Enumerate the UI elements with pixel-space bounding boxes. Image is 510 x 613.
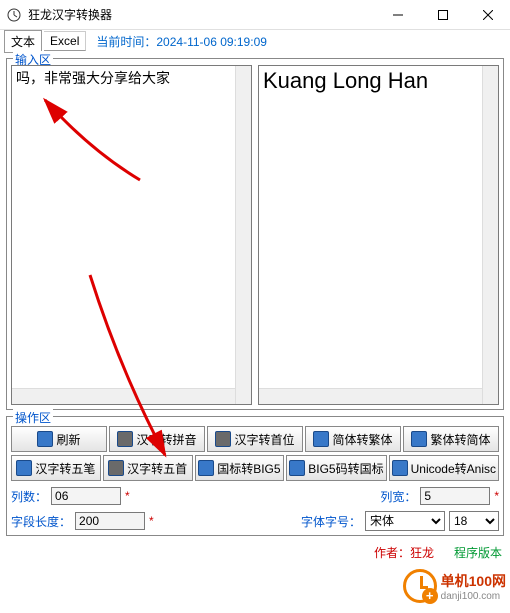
- scrollbar-h[interactable]: [12, 388, 235, 404]
- col-count-input[interactable]: [51, 487, 121, 505]
- convert-icon: [215, 431, 231, 447]
- col-width-input[interactable]: [420, 487, 490, 505]
- scrollbar-v[interactable]: [235, 66, 251, 404]
- gb-to-big5-button[interactable]: 国标转BIG5: [195, 455, 285, 481]
- watermark-icon: +: [403, 569, 437, 603]
- window-title: 狂龙汉字转换器: [28, 6, 375, 23]
- convert-icon: [16, 460, 32, 476]
- to-initial-button[interactable]: 汉字转首位: [207, 426, 303, 452]
- big5-to-gb-button[interactable]: BIG5码转国标: [286, 455, 386, 481]
- watermark-url: danji100.com: [441, 591, 506, 602]
- watermark-brand: 单机100网: [441, 571, 506, 591]
- close-button[interactable]: [465, 0, 510, 29]
- tab-excel[interactable]: Excel: [44, 31, 86, 51]
- col-width-label: 列宽：: [380, 488, 416, 505]
- font-name-select[interactable]: 宋体: [365, 511, 445, 531]
- convert-icon: [108, 460, 124, 476]
- window-buttons: [375, 0, 510, 29]
- refresh-button[interactable]: 刷新: [11, 426, 107, 452]
- to-wubi-button[interactable]: 汉字转五笔: [11, 455, 101, 481]
- convert-icon: [289, 460, 305, 476]
- required-mark: *: [149, 514, 154, 528]
- time-label: 当前时间：2024-11-06 09:19:09: [96, 33, 267, 50]
- scrollbar-v[interactable]: [482, 66, 498, 404]
- author-label: 作者：狂龙: [374, 544, 434, 561]
- field-len-label: 字段长度：: [11, 513, 71, 530]
- required-mark: *: [125, 489, 130, 503]
- required-mark: *: [494, 489, 499, 503]
- to-wubi-initial-button[interactable]: 汉字转五首: [103, 455, 193, 481]
- unicode-to-ansi-button[interactable]: Unicode转Anisc: [389, 455, 499, 481]
- minimize-button[interactable]: [375, 0, 420, 29]
- col-count-label: 列数：: [11, 488, 47, 505]
- toolbar: 文本 Excel 当前时间：2024-11-06 09:19:09: [0, 30, 510, 52]
- ops-fieldset: 操作区 刷新 汉字转拼音 汉字转首位 简体转繁体 繁体转简体 汉字转五笔 汉字转…: [6, 416, 504, 536]
- tab-text[interactable]: 文本: [4, 30, 42, 53]
- font-label: 字体字号：: [301, 513, 361, 530]
- font-size-select[interactable]: 18: [449, 511, 499, 531]
- maximize-button[interactable]: [420, 0, 465, 29]
- convert-icon: [313, 431, 329, 447]
- field-len-input[interactable]: [75, 512, 145, 530]
- footer: 作者：狂龙 程序版本: [0, 542, 510, 563]
- convert-icon: [392, 460, 408, 476]
- input-left-textarea[interactable]: 吗，非常强大分享给大家: [11, 65, 252, 405]
- trad-to-simp-button[interactable]: 繁体转简体: [403, 426, 499, 452]
- input-fieldset: 输入区 吗，非常强大分享给大家 Kuang Long Han: [6, 58, 504, 410]
- refresh-icon: [37, 431, 53, 447]
- convert-icon: [411, 431, 427, 447]
- ops-label: 操作区: [13, 409, 53, 426]
- convert-icon: [198, 460, 214, 476]
- convert-icon: [117, 431, 133, 447]
- to-pinyin-button[interactable]: 汉字转拼音: [109, 426, 205, 452]
- scrollbar-h[interactable]: [259, 388, 482, 404]
- progress-label: 程序版本: [454, 544, 502, 561]
- app-icon: [6, 7, 22, 23]
- watermark: + 单机100网 danji100.com: [403, 569, 506, 603]
- output-right-textarea[interactable]: Kuang Long Han: [258, 65, 499, 405]
- titlebar: 狂龙汉字转换器: [0, 0, 510, 30]
- simp-to-trad-button[interactable]: 简体转繁体: [305, 426, 401, 452]
